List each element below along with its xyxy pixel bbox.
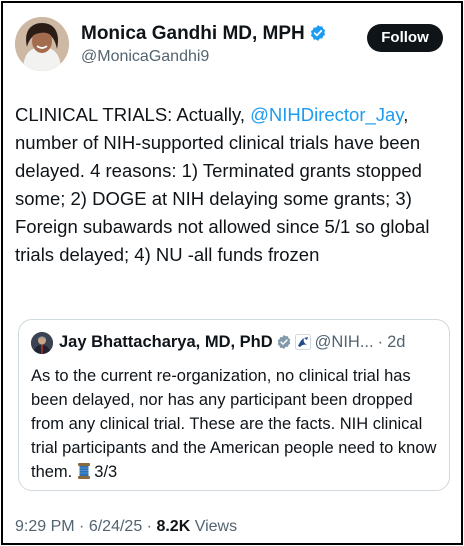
quote-author-name[interactable]: Jay Bhattacharya, MD, PhD [59, 333, 273, 351]
views-label: Views [194, 518, 238, 535]
tweet-text-rest: , number of NIH-supported clinical trial… [15, 104, 430, 265]
author-handle[interactable]: @MonicaGandhi9 [81, 48, 209, 66]
quote-author-handle[interactable]: @NIH... [315, 333, 374, 351]
tweet-text-start: CLINICAL TRIALS: Actually, [15, 104, 251, 125]
tweet-date[interactable]: 6/24/25 [89, 518, 142, 535]
quote-text: As to the current re-organization, no cl… [31, 364, 441, 484]
author-name-text: Monica Gandhi MD, MPH [81, 23, 305, 44]
meta-separator: · [79, 518, 85, 535]
author-name[interactable]: Monica Gandhi MD, MPH [81, 23, 327, 48]
follow-button[interactable]: Follow [367, 24, 443, 52]
thread-counter: 3/3 [94, 463, 118, 481]
quoted-tweet[interactable]: Jay Bhattacharya, MD, PhD @NIH... · 2d As t… [18, 319, 450, 491]
tweet-time[interactable]: 9:29 PM [15, 518, 75, 535]
views-count: 8.2K [156, 518, 191, 535]
meta-separator-2: · [146, 518, 152, 535]
tweet-text: CLINICAL TRIALS: Actually, @NIHDirector_… [15, 101, 447, 269]
quote-age[interactable]: 2d [387, 333, 405, 351]
quote-author-avatar[interactable] [31, 332, 53, 354]
author-avatar[interactable] [15, 17, 69, 71]
tweet-card: Monica Gandhi MD, MPH @MonicaGandhi9 Fol… [1, 1, 463, 545]
gray-verified-badge-icon [276, 334, 292, 355]
hhs-affiliation-icon [294, 334, 311, 355]
spool-of-thread-icon [78, 462, 91, 479]
quote-separator: · [377, 333, 384, 351]
quote-text-body: As to the current re-organization, no cl… [31, 367, 437, 481]
tweet-header: Monica Gandhi MD, MPH @MonicaGandhi9 Fol… [15, 17, 449, 77]
tweet-meta: 9:29 PM · 6/24/25 · 8.2K Views [15, 518, 237, 536]
quote-header: Jay Bhattacharya, MD, PhD @NIH... · 2d [59, 333, 441, 355]
verified-badge-icon [309, 24, 327, 48]
mention-link[interactable]: @NIHDirector_Jay [250, 104, 403, 125]
